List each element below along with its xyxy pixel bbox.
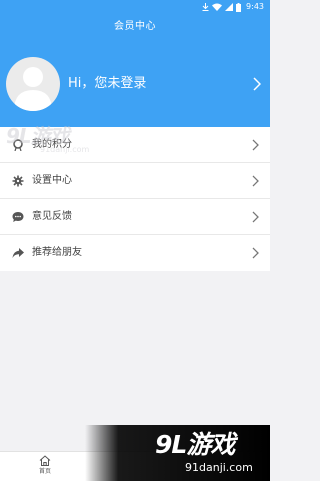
menu-item-label: 推荐给朋友 [32, 247, 82, 258]
feedback-bubble-icon [12, 212, 24, 222]
corner-watermark-url: 91danji.com [185, 461, 253, 474]
corner-watermark-logo: 9L游戏 [155, 430, 235, 459]
page-title: 会员中心 [114, 21, 156, 32]
header: 9:43 会员中心 Hi，您未登录 [0, 0, 270, 127]
status-bar: 9:43 [0, 0, 270, 14]
menu-item-recommend-to-friends[interactable]: 推荐给朋友 [0, 235, 270, 271]
home-icon [39, 455, 51, 466]
download-icon [202, 3, 209, 11]
corner-watermark: 9L游戏 91danji.com [85, 425, 270, 481]
chevron-right-icon [253, 77, 261, 91]
chevron-right-icon [252, 211, 259, 223]
menu-item-feedback[interactable]: 意见反馈 [0, 199, 270, 235]
tab-home[interactable]: 首页 [25, 455, 65, 481]
signal-icon [225, 3, 234, 11]
login-prompt[interactable]: Hi，您未登录 [68, 75, 146, 93]
share-arrow-icon [12, 248, 24, 258]
chevron-right-icon [252, 139, 259, 151]
menu-item-label: 设置中心 [32, 175, 72, 186]
default-avatar-icon[interactable] [6, 57, 60, 111]
wifi-icon [212, 3, 223, 11]
site-watermark: 9L游戏 91danji.com [6, 120, 116, 160]
login-profile-row[interactable]: Hi，您未登录 [0, 57, 270, 113]
chevron-right-icon [252, 175, 259, 187]
status-icons: 9:43 [202, 2, 264, 12]
menu-item-settings[interactable]: 设置中心 [0, 163, 270, 199]
gear-icon [12, 175, 24, 187]
menu-item-label: 意见反馈 [32, 211, 72, 222]
status-time: 9:43 [246, 2, 264, 11]
chevron-right-icon [252, 247, 259, 259]
watermark-url: 91danji.com [40, 145, 90, 154]
tab-home-label: 首页 [38, 468, 51, 475]
battery-icon [236, 2, 242, 12]
